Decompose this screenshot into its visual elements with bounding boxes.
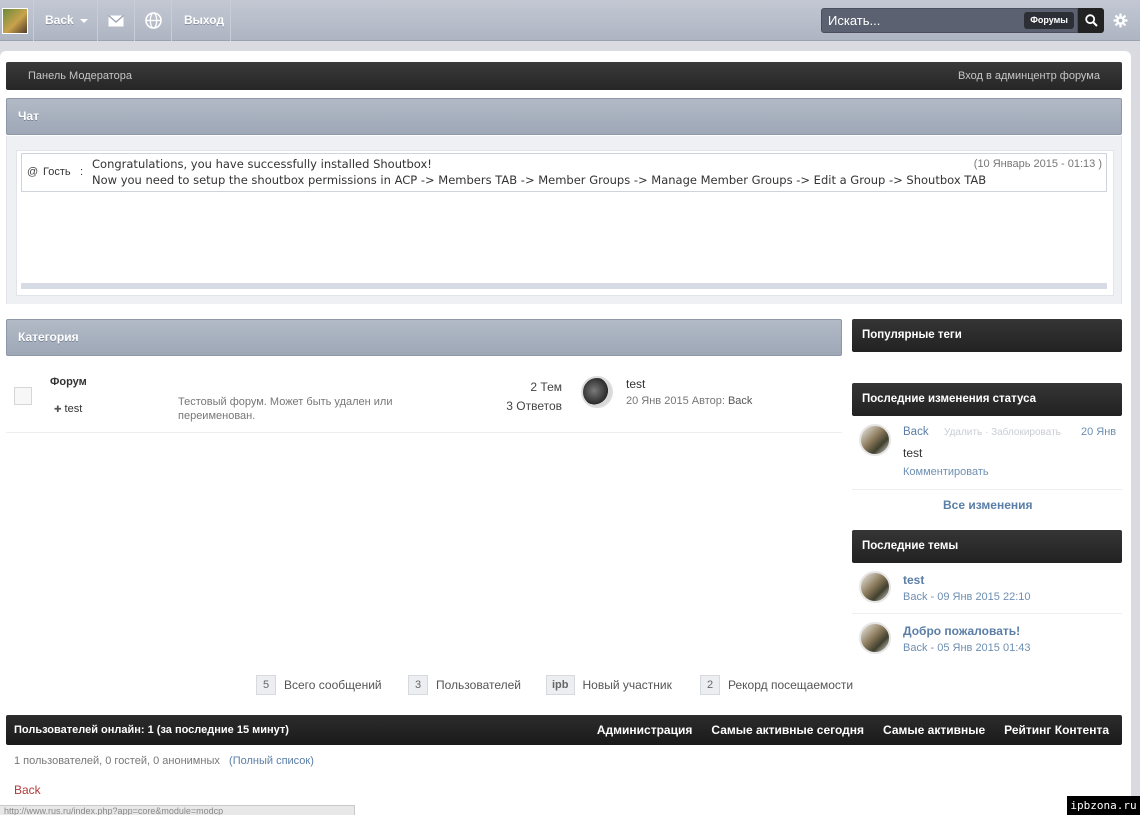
last-poster-avatar[interactable] <box>581 376 613 408</box>
notifications-button[interactable] <box>134 0 171 41</box>
stat-newest-member: ipb Новый участник <box>546 675 672 695</box>
last-post-author[interactable]: Back <box>728 395 752 407</box>
last-post-author-label: Автор: <box>691 395 725 407</box>
divider <box>852 489 1122 490</box>
latest-topic-meta: Back - 09 Янв 2015 22:10 <box>903 591 1031 603</box>
full-list-link[interactable]: (Полный список) <box>229 755 314 767</box>
popular-tags-header: Популярные теги <box>852 319 1122 352</box>
stat-value: 2 <box>700 675 720 695</box>
search-button[interactable] <box>1078 8 1104 33</box>
main-content: Панель Модератора Вход в админцентр фору… <box>0 51 1131 815</box>
chat-message: @ Гость : Congratulations, you have succ… <box>21 153 1107 192</box>
chevron-down-icon <box>79 18 88 23</box>
divider <box>852 613 1122 614</box>
forum-replies-count: 3 Ответов <box>506 399 562 413</box>
stat-total-posts: 5 Всего сообщений <box>256 675 382 695</box>
forum-status-icon <box>14 387 32 405</box>
forum-topics-count: 2 Тем <box>530 380 562 394</box>
moderator-panel-link[interactable]: Панель Модератора <box>28 62 132 90</box>
admin-cp-link[interactable]: Вход в админцентр форума <box>958 62 1100 90</box>
online-users-bar: Пользователей онлайн: 1 (за последние 15… <box>6 715 1122 745</box>
stat-record-online: 2 Рекорд посещаемости <box>700 675 853 695</box>
topic-author-avatar[interactable] <box>859 571 891 603</box>
chat-separator: : <box>80 166 84 178</box>
messages-button[interactable] <box>97 0 134 41</box>
newest-member-link[interactable]: ipb <box>546 675 575 695</box>
online-summary: 1 пользователей, 0 гостей, 0 анонимных (… <box>14 755 314 767</box>
user-menu-button[interactable]: Back <box>33 0 97 41</box>
category-header: Категория <box>6 319 842 356</box>
chat-author: Гость <box>43 166 71 178</box>
status-updates-header: Последние изменения статуса <box>852 383 1122 416</box>
subforum-label: test <box>64 403 83 415</box>
forum-title[interactable]: Форум <box>50 376 87 388</box>
online-counts: 1 пользователей, 0 гостей, 0 анонимных <box>14 755 220 767</box>
forum-stats: 2 Тем 3 Ответов <box>506 378 562 416</box>
status-user-avatar[interactable] <box>859 424 891 456</box>
online-user-link[interactable]: Back <box>14 783 41 797</box>
status-comment-link[interactable]: Комментировать <box>903 466 989 478</box>
search-input[interactable] <box>822 9 1022 32</box>
subforum-link[interactable]: ✚ test <box>54 403 82 415</box>
moderator-bar: Панель Модератора Вход в админцентр фору… <box>6 62 1122 90</box>
user-name: Back <box>45 13 74 27</box>
search-box: Форумы <box>821 8 1078 33</box>
watermark: ipbzona.ru <box>1067 796 1140 815</box>
gear-icon <box>1112 12 1128 28</box>
stat-value: 3 <box>408 675 428 695</box>
chat-header: Чат <box>6 98 1122 135</box>
last-post-meta: 20 Янв 2015 Автор: Back <box>626 395 752 407</box>
forum-description: Тестовый форум. Может быть удален или пе… <box>178 396 393 422</box>
last-post-date: 20 Янв 2015 <box>626 395 689 407</box>
online-users-title: Пользователей онлайн: 1 (за последние 15… <box>14 724 289 736</box>
stat-label: Пользователей <box>436 678 521 692</box>
latest-topic-link[interactable]: test <box>903 573 924 587</box>
stat-label: Новый участник <box>582 678 672 692</box>
settings-button[interactable] <box>1110 10 1130 30</box>
chat-scrollbar[interactable] <box>21 283 1107 289</box>
forum-row: Форум ✚ test Тестовый форум. Может быть у… <box>6 376 842 433</box>
stat-label: Рекорд посещаемости <box>728 678 854 692</box>
chat-panel: @ Гость : Congratulations, you have succ… <box>6 136 1122 304</box>
logout-link[interactable]: Выход <box>171 0 231 41</box>
topic-author-avatar[interactable] <box>859 622 891 654</box>
top-posters-link[interactable]: Самые активные <box>883 715 985 745</box>
staff-link[interactable]: Администрация <box>597 715 692 745</box>
stat-value: 5 <box>256 675 276 695</box>
content-rating-link[interactable]: Рейтинг Контента <box>1004 715 1109 745</box>
latest-topic-link[interactable]: Добро пожаловать! <box>903 624 1020 638</box>
plus-icon: ✚ <box>54 404 62 414</box>
status-text: test <box>903 446 923 460</box>
stat-members: 3 Пользователей <box>408 675 521 695</box>
status-user-link[interactable]: Back <box>903 426 929 438</box>
envelope-icon <box>108 14 124 26</box>
latest-topics-header: Последние темы <box>852 530 1122 563</box>
status-actions[interactable]: Удалить · Заблокировать <box>944 427 1061 438</box>
user-avatar[interactable] <box>2 8 28 34</box>
status-date: 20 Янв <box>1081 426 1117 438</box>
search-icon <box>1084 14 1098 27</box>
latest-topic-meta: Back - 05 Янв 2015 01:43 <box>903 642 1031 654</box>
browser-status-url: http://www.rus.ru/index.php?app=core&mod… <box>0 805 355 815</box>
chat-message-line-2: Now you need to setup the shoutbox permi… <box>92 173 987 187</box>
chat-message-line-1: Congratulations, you have successfully i… <box>92 157 432 171</box>
last-topic-link[interactable]: test <box>626 377 645 391</box>
all-status-changes-link[interactable]: Все изменения <box>943 498 1033 512</box>
chat-timestamp: (10 Январь 2015 - 01:13 ) <box>973 158 1102 170</box>
search-scope-selector[interactable]: Форумы <box>1024 12 1074 29</box>
top-today-link[interactable]: Самые активные сегодня <box>711 715 864 745</box>
globe-icon <box>144 12 162 29</box>
stat-label: Всего сообщений <box>284 678 382 692</box>
mention-icon[interactable]: @ <box>27 166 38 178</box>
shoutbox: @ Гость : Congratulations, you have succ… <box>16 150 1114 296</box>
top-navigation-bar: Back Выход Форумы <box>0 0 1140 41</box>
online-links: Администрация Самые активные сегодня Сам… <box>597 715 1109 745</box>
